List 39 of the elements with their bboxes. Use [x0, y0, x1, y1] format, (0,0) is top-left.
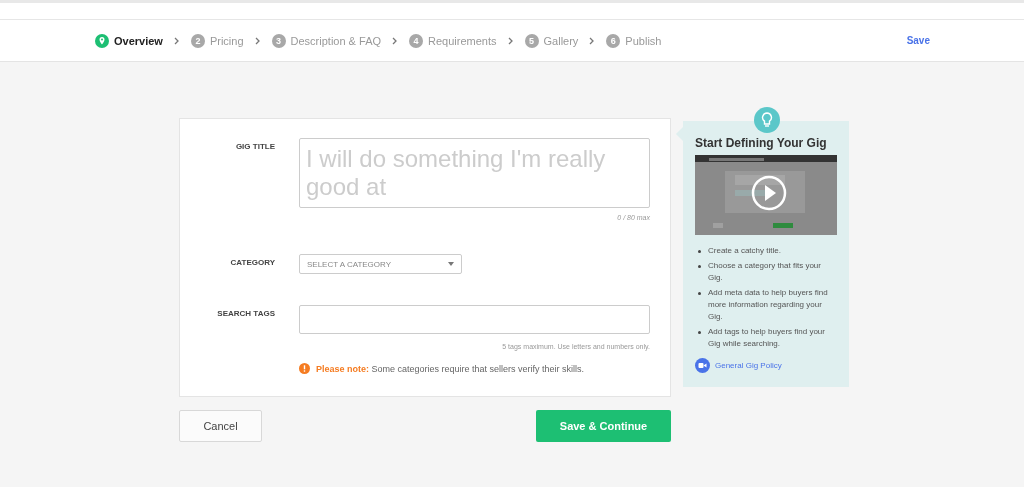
step-number: 2	[190, 33, 205, 48]
step-tab[interactable]: 5 Gallery	[524, 33, 579, 48]
tip-item: Choose a category that fits your Gig.	[708, 260, 822, 284]
note-text: Please note: Some categories require that sellers verify their skills.	[316, 363, 585, 374]
bullet-icon	[698, 250, 701, 253]
category-dropdown[interactable]: SELECT A CATEGORY	[299, 254, 462, 274]
step-tab[interactable]: 3 Description & FAQ	[271, 33, 382, 48]
step-number: 4	[409, 33, 424, 48]
step-tab[interactable]: 2 Pricing	[190, 33, 244, 48]
play-icon[interactable]	[751, 175, 787, 211]
policy-link[interactable]: General Gig Policy	[715, 361, 782, 370]
step-tab[interactable]: 4 Requirements	[409, 33, 497, 48]
lightbulb-icon	[754, 107, 780, 133]
bullet-icon	[698, 265, 701, 268]
chevron-icon	[253, 36, 262, 45]
tip-item: Create a catchy title.	[708, 245, 781, 257]
cancel-button[interactable]: Cancel	[179, 410, 262, 442]
continue-button[interactable]: Save & Continue	[536, 410, 671, 442]
info-icon	[299, 363, 310, 374]
tips-title: Start Defining Your Gig	[695, 136, 828, 150]
field-label: GIG TITLE	[234, 141, 276, 153]
field-label: CATEGORY	[229, 257, 276, 269]
step-number: 3	[271, 33, 286, 48]
chevron-icon	[172, 36, 181, 45]
video-camera-icon	[695, 358, 710, 373]
bullet-icon	[698, 331, 701, 334]
chevron-icon	[506, 36, 515, 45]
bullet-icon	[698, 292, 701, 295]
save-link[interactable]: Save	[906, 35, 930, 46]
step-number: 6	[606, 33, 621, 48]
tip-item: Add meta data to help buyers find more information regarding your Gig.	[708, 287, 829, 323]
step-tab[interactable]: 6 Publish	[606, 33, 662, 48]
tip-item: Add tags to help buyers find your Gig while searching.	[708, 326, 826, 350]
step-number: 5	[524, 33, 539, 48]
tags-field[interactable]	[299, 305, 650, 334]
location-pin-icon	[95, 33, 109, 48]
field-label: SEARCH TAGS	[216, 308, 276, 320]
step-tab[interactable]: Overview	[95, 33, 163, 48]
caret-icon	[448, 262, 454, 266]
